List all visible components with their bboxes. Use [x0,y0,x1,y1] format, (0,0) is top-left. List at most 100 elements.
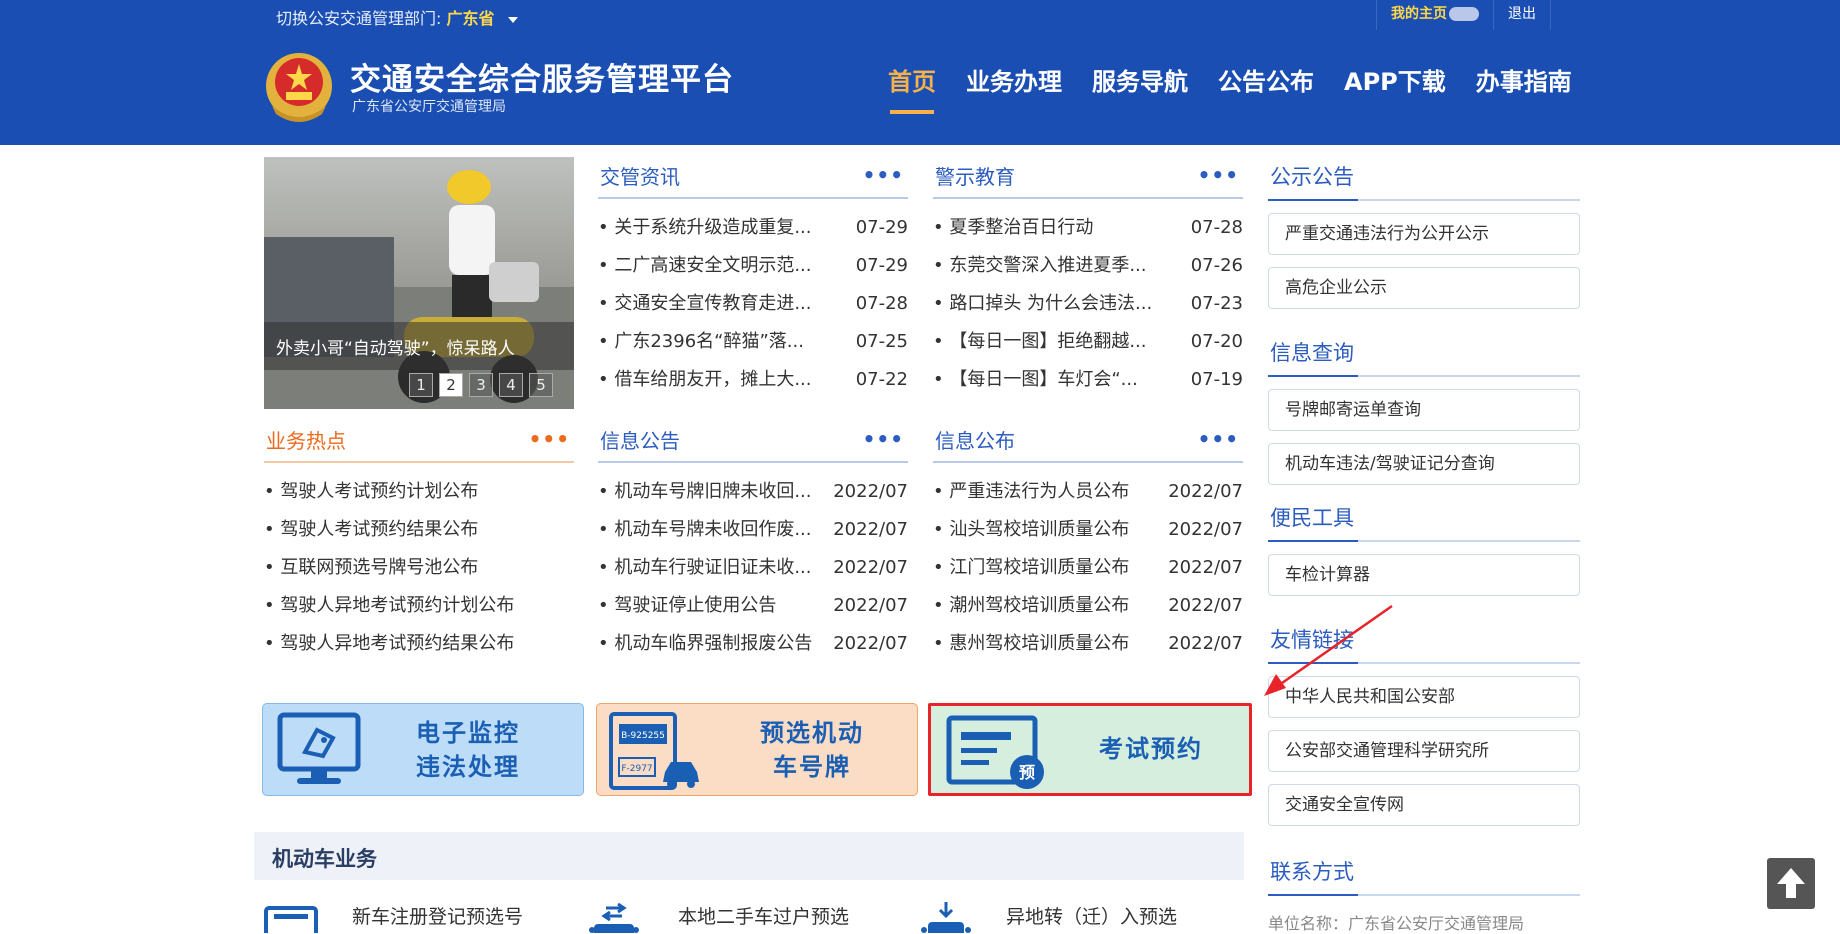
list-item[interactable]: • 机动车号牌未收回作废... 2022/07 [598,511,908,549]
right-public-notice: 公示公告 严重交通违法行为公开公示 高危企业公示 [1268,157,1580,309]
list-item[interactable]: • 驾驶人考试预约计划公布 [264,473,574,511]
biz-relocate-in[interactable]: 异地转（迁）入预选 [1006,902,1177,929]
list-item[interactable]: • 驾驶人异地考试预约结果公布 [264,625,574,663]
more-icon[interactable]: ••• [1198,427,1239,451]
list-item[interactable]: • 惠州驾校培训质量公布 2022/07 [933,625,1243,663]
card-label-line1: 预选机动 [760,719,864,747]
slider-page-2[interactable]: 2 [439,373,463,397]
list-item[interactable]: • 驾驶证停止使用公告 2022/07 [598,587,908,625]
more-icon[interactable]: ••• [529,427,570,451]
list-item[interactable]: • 严重违法行为人员公布 2022/07 [933,473,1243,511]
slider-caption[interactable]: 外卖小哥“自动驾驶”，惊呆路人 [264,322,574,370]
list-item[interactable]: • 二广高速安全文明示范... 07-29 [598,247,908,285]
plate-b-text: F-2977 [621,764,652,774]
list-item[interactable]: • 互联网预选号牌号池公布 [264,549,574,587]
list-item[interactable]: • 交通安全宣传教育走进... 07-28 [598,285,908,323]
right-contact: 联系方式 单位名称：广东省公安厅交通管理局 [1268,852,1580,934]
slider-page-4[interactable]: 4 [499,373,523,397]
new-car-icon [264,902,320,933]
scroll-to-top-button[interactable] [1767,858,1815,909]
panel-title: 业务热点 [266,429,346,453]
news-slider[interactable]: 外卖小哥“自动驾驶”，惊呆路人 1 2 3 4 5 [264,157,574,409]
nav-guide[interactable]: 办事指南 [1476,62,1572,112]
list-item[interactable]: • 汕头驾校培训质量公布 2022/07 [933,511,1243,549]
slider-photo [398,170,539,403]
list-item[interactable]: • 【每日一图】车灯会“... 07-19 [933,361,1243,399]
rcol-title: 公示公告 [1270,165,1354,189]
more-icon[interactable]: ••• [863,427,904,451]
list-item[interactable]: • 机动车临界强制报废公告 2022/07 [598,625,908,663]
license-plate-icon: B-925255 F-2977 [609,712,699,790]
annotation-arrow-icon [1264,604,1393,696]
list-item[interactable]: • 机动车号牌旧牌未收回... 2022/07 [598,473,908,511]
list-item[interactable]: • 关于系统升级造成重复... 07-29 [598,209,908,247]
panel-traffic-news: 交管资讯 ••• • 关于系统升级造成重复... 07-29 • 二广高速安全文明示… [598,157,908,399]
site-header: 交通安全综合服务管理平台 广东省公安厅交通管理局 首页 业务办理 服务导航 公告… [0,30,1840,145]
my-home-link[interactable]: 我的主页 [1376,0,1493,30]
department-label: 切换公安交通管理部门: [276,9,442,28]
police-emblem-icon [266,53,332,122]
monitor-icon [277,712,361,784]
panel-info-publish: 信息公布 ••• • 严重违法行为人员公布 2022/07 • 汕头驾校培训质量公布… [933,421,1243,663]
list-item[interactable]: • 驾驶人考试预约结果公布 [264,511,574,549]
main-nav: 首页 业务办理 服务导航 公告公布 APP下载 办事指南 [888,62,1602,114]
rcol-title: 联系方式 [1270,860,1354,884]
more-icon[interactable]: ••• [1198,163,1239,187]
list-item[interactable]: • 潮州驾校培训质量公布 2022/07 [933,587,1243,625]
nav-announcements[interactable]: 公告公布 [1218,62,1314,112]
caret-down-icon [507,16,518,23]
list-item[interactable]: • 夏季整治百日行动 07-28 [933,209,1243,247]
list-item[interactable]: • 路口掉头 为什么会违法... 07-23 [933,285,1243,323]
plate-a-text: B-925255 [621,731,665,741]
link-inspection-calculator[interactable]: 车检计算器 [1268,554,1580,596]
blurred-username [1449,7,1479,21]
slider-pagination: 1 2 3 4 5 [409,373,553,397]
link-serious-violations[interactable]: 严重交通违法行为公开公示 [1268,213,1580,255]
link-traffic-safety-web[interactable]: 交通安全宣传网 [1268,784,1580,826]
site-subtitle: 广东省公安厅交通管理局 [352,99,506,115]
card-label-line2: 车号牌 [773,753,851,781]
card-label: 考试预约 [1099,735,1203,763]
preselect-plate-button[interactable]: B-925255 F-2977 预选机动 车号牌 [596,703,918,796]
list-item[interactable]: • 广东2396名“醉猫”落... 07-25 [598,323,908,361]
transfer-car-icon [586,902,642,933]
more-icon[interactable]: ••• [863,163,904,187]
contact-unit-name: 单位名称：广东省公安厅交通管理局 [1268,914,1525,933]
panel-title: 信息公布 [935,429,1015,453]
list-item[interactable]: • 【每日一图】拒绝翻越... 07-20 [933,323,1243,361]
department-switcher[interactable]: 切换公安交通管理部门: 广东省 [276,5,518,29]
nav-business[interactable]: 业务办理 [966,62,1062,112]
rcol-title: 便民工具 [1270,506,1354,530]
list-item[interactable]: • 江门驾校培训质量公布 2022/07 [933,549,1243,587]
exam-badge-text: 预 [1019,763,1035,782]
arrow-up-icon [1777,868,1805,898]
list-item[interactable]: • 东莞交警深入推进夏季... 07-26 [933,247,1243,285]
panel-title: 信息公告 [600,429,680,453]
nav-app-download[interactable]: APP下载 [1344,62,1446,112]
list-item[interactable]: • 借车给朋友开，摊上大... 07-22 [598,361,908,399]
link-plate-mail-query[interactable]: 号牌邮寄运单查询 [1268,389,1580,431]
section-vehicle-business: 机动车业务 [254,832,1244,880]
panel-title: 交管资讯 [600,165,680,189]
list-item[interactable]: • 机动车行驶证旧证未收... 2022/07 [598,549,908,587]
biz-used-car-transfer[interactable]: 本地二手车过户预选 [678,902,849,929]
relocate-car-icon [918,902,974,933]
link-traffic-research-institute[interactable]: 公安部交通管理科学研究所 [1268,730,1580,772]
logout-link[interactable]: 退出 [1493,0,1551,30]
link-high-risk-enterprises[interactable]: 高危企业公示 [1268,267,1580,309]
card-label-line1: 电子监控 [416,719,520,747]
biz-new-registration[interactable]: 新车注册登记预选号 [352,902,523,929]
rcol-title: 信息查询 [1270,341,1354,365]
slider-page-1[interactable]: 1 [409,373,433,397]
slider-page-3[interactable]: 3 [469,373,493,397]
panel-info-notice: 信息公告 ••• • 机动车号牌旧牌未收回... 2022/07 • 机动车号牌未收… [598,421,908,663]
slider-page-5[interactable]: 5 [529,373,553,397]
panel-warning-education: 警示教育 ••• • 夏季整治百日行动 07-28 • 东莞交警深入推进夏季... 0… [933,157,1243,399]
nav-service-guide[interactable]: 服务导航 [1092,62,1188,112]
nav-home[interactable]: 首页 [888,62,936,114]
exam-booking-button[interactable]: 预 考试预约 [928,703,1252,796]
department-value: 广东省 [446,9,495,28]
list-item[interactable]: • 驾驶人异地考试预约计划公布 [264,587,574,625]
link-violation-query[interactable]: 机动车违法/驾驶证记分查询 [1268,443,1580,485]
electronic-monitoring-button[interactable]: 电子监控 违法处理 [262,703,584,796]
